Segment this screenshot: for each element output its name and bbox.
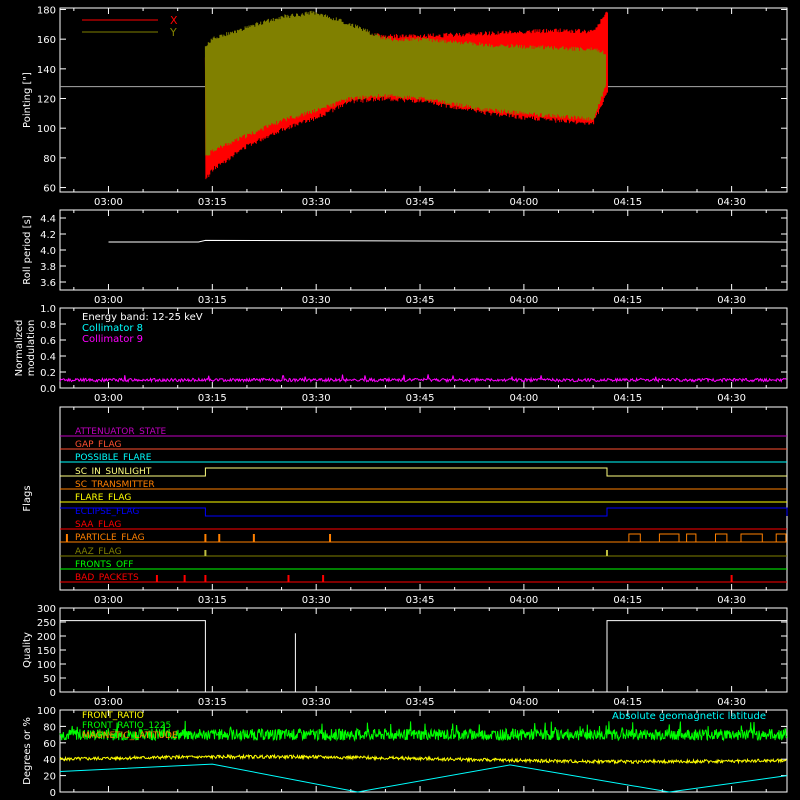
y-tick-label: 200 bbox=[37, 632, 56, 643]
x-tick-label: 04:00 bbox=[509, 295, 538, 306]
x-tick-label: 03:15 bbox=[198, 595, 227, 606]
x-tick-label: 04:30 bbox=[717, 295, 746, 306]
x-tick-label: 03:15 bbox=[198, 393, 227, 404]
y-tick-label: 80 bbox=[43, 722, 56, 733]
y-axis-label: Quality bbox=[22, 632, 33, 668]
multi-panel-chart: 03:00 03:15 03:30 03:45 04:00 04:15 04:30 60 80 1… bbox=[0, 0, 800, 800]
x-tick-label: 03:45 bbox=[406, 295, 435, 306]
y-tick-label: 100 bbox=[37, 706, 56, 717]
x-tick-label: 04:00 bbox=[509, 595, 538, 606]
y-tick-label: 250 bbox=[37, 618, 56, 629]
x-tick-label: 04:00 bbox=[509, 393, 538, 404]
y-tick-label: 140 bbox=[37, 65, 56, 76]
y-axis-label-line1: Normalized bbox=[14, 320, 25, 377]
y-tick-label: 40 bbox=[43, 755, 56, 766]
legend-label-y: Y bbox=[169, 26, 177, 39]
y-tick-label: 4.4 bbox=[40, 214, 56, 225]
x-tick-label: 04:00 bbox=[509, 697, 538, 708]
x-tick-label: 03:30 bbox=[302, 697, 331, 708]
legend-label: MAGNETIC_LATITUDE bbox=[82, 731, 178, 741]
x-tick-label: 03:45 bbox=[406, 393, 435, 404]
modulation-annotation: Collimator 9 bbox=[82, 334, 143, 345]
y-axis-label: Pointing ["] bbox=[22, 72, 33, 128]
y-tick-label: 0.8 bbox=[40, 320, 56, 331]
y-tick-label: 3.6 bbox=[40, 278, 56, 289]
x-tick-label: 03:15 bbox=[198, 697, 227, 708]
x-tick-label: 04:15 bbox=[613, 197, 642, 208]
y-tick-label: 0 bbox=[50, 688, 56, 699]
x-tick-label: 04:00 bbox=[509, 197, 538, 208]
x-tick-label: 03:00 bbox=[94, 595, 123, 606]
x-tick-label: 04:15 bbox=[613, 393, 642, 404]
y-tick-label: 0.0 bbox=[40, 384, 56, 395]
y-tick-label: 60 bbox=[43, 184, 56, 195]
y-tick-label: 50 bbox=[43, 674, 56, 685]
y-tick-label: 180 bbox=[37, 5, 56, 16]
y-axis-label-line2: modulation bbox=[26, 320, 37, 377]
x-tick-label: 03:45 bbox=[406, 197, 435, 208]
x-tick-label: 03:45 bbox=[406, 697, 435, 708]
y-tick-label: 0.4 bbox=[40, 352, 56, 363]
y-tick-label: 0.6 bbox=[40, 336, 56, 347]
y-axis-label: Degrees or % bbox=[22, 717, 33, 785]
x-tick-label: 03:30 bbox=[302, 295, 331, 306]
y-tick-label: 0.2 bbox=[40, 368, 56, 379]
x-tick-label: 03:15 bbox=[198, 197, 227, 208]
y-tick-label: 3.8 bbox=[40, 262, 56, 273]
y-tick-label: 4.0 bbox=[40, 246, 56, 257]
y-tick-label: 80 bbox=[43, 154, 56, 165]
y-tick-label: 4.2 bbox=[40, 230, 56, 241]
y-tick-label: 0 bbox=[50, 788, 56, 799]
x-tick-label: 03:00 bbox=[94, 393, 123, 404]
y-tick-label: 300 bbox=[37, 604, 56, 615]
x-tick-label: 04:15 bbox=[613, 595, 642, 606]
x-tick-label: 03:00 bbox=[94, 197, 123, 208]
y-tick-label: 120 bbox=[37, 95, 56, 106]
x-tick-label: 03:45 bbox=[406, 595, 435, 606]
y-tick-label: 60 bbox=[43, 739, 56, 750]
x-tick-label: 04:30 bbox=[717, 393, 746, 404]
y-tick-label: 150 bbox=[37, 646, 56, 657]
modulation-annotation: Collimator 8 bbox=[82, 323, 143, 334]
x-tick-label: 04:15 bbox=[613, 295, 642, 306]
x-tick-label: 04:15 bbox=[613, 697, 642, 708]
legend-label: FRONT_RATIO bbox=[82, 711, 144, 721]
x-tick-label: 03:00 bbox=[94, 295, 123, 306]
y-tick-label: 100 bbox=[37, 124, 56, 135]
x-tick-label: 03:00 bbox=[94, 697, 123, 708]
modulation-annotation: Energy band: 12-25 keV bbox=[82, 312, 203, 323]
y-tick-label: 160 bbox=[37, 35, 56, 46]
latitude-annotation: Absolute geomagnetic latitude bbox=[612, 711, 766, 722]
x-tick-label: 04:30 bbox=[717, 595, 746, 606]
y-tick-label: 1.0 bbox=[40, 304, 56, 315]
x-tick-label: 04:30 bbox=[717, 697, 746, 708]
x-tick-label: 03:15 bbox=[198, 295, 227, 306]
x-tick-label: 03:30 bbox=[302, 197, 331, 208]
x-tick-label: 03:30 bbox=[302, 393, 331, 404]
y-axis-label: Flags bbox=[22, 485, 33, 511]
legend-label: FRONT_RATIO_1225 bbox=[82, 721, 171, 731]
y-tick-label: 20 bbox=[43, 772, 56, 783]
y-tick-label: 100 bbox=[37, 660, 56, 671]
y-axis-label: Roll period [s] bbox=[22, 215, 33, 284]
x-tick-label: 04:30 bbox=[717, 197, 746, 208]
x-tick-label: 03:30 bbox=[302, 595, 331, 606]
